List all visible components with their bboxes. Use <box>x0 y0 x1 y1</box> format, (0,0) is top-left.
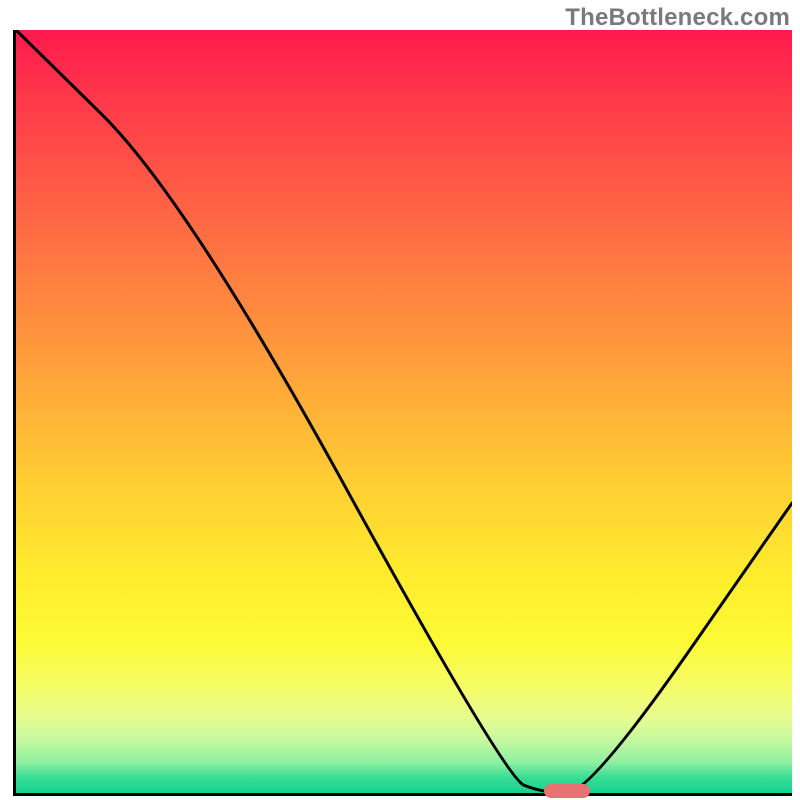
optimal-range-marker <box>544 784 591 798</box>
bottleneck-curve <box>16 30 792 793</box>
plot-area <box>13 30 792 796</box>
chart-frame: TheBottleneck.com <box>0 0 800 800</box>
watermark-label: TheBottleneck.com <box>565 4 790 32</box>
